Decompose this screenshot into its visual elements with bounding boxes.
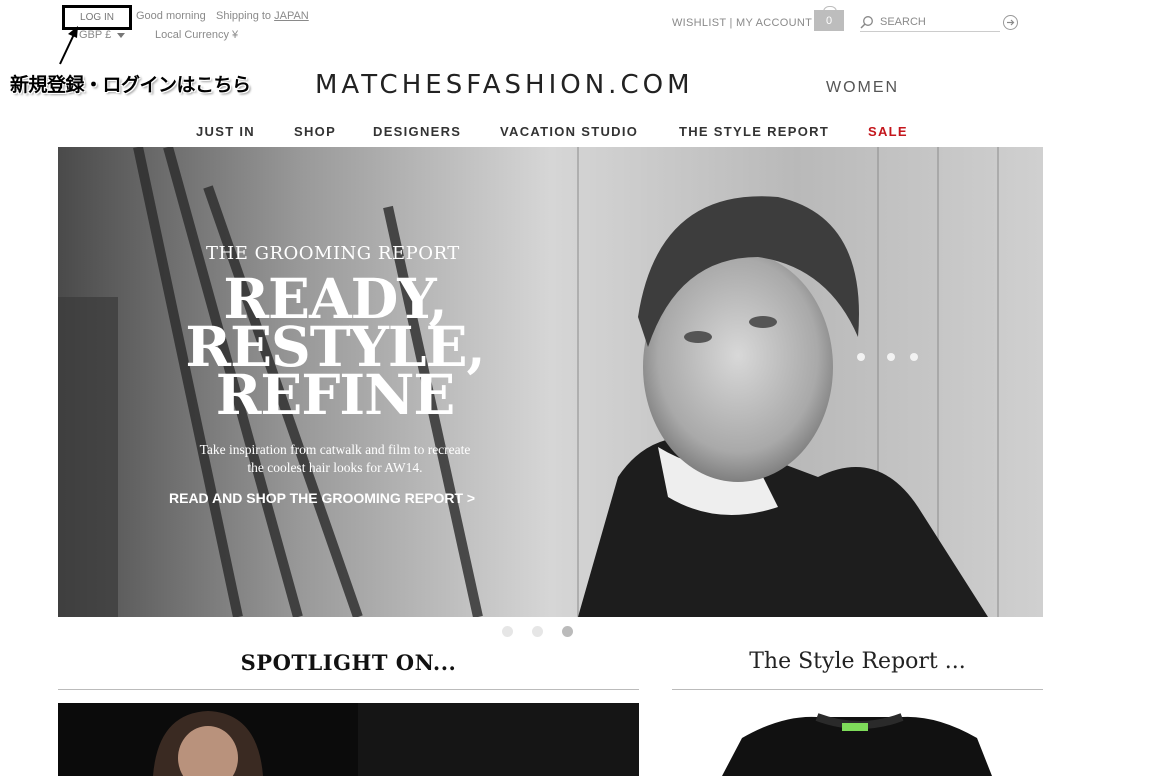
hero-headline: READY, RESTYLE, REFINE <box>170 271 500 427</box>
wishlist-link[interactable]: WISHLIST | <box>672 17 733 29</box>
style-report-photo <box>722 713 992 776</box>
currency-select[interactable]: GBP £ <box>79 29 126 41</box>
department-link-women[interactable]: WOMEN <box>826 79 899 97</box>
nav-item-shop[interactable]: SHOP <box>294 124 336 139</box>
arrow-right-icon <box>1007 19 1015 26</box>
divider <box>672 689 1043 690</box>
style-report-image[interactable] <box>672 703 1043 776</box>
carousel-dot-1[interactable] <box>502 626 513 637</box>
nav-item-sale[interactable]: SALE <box>868 124 908 139</box>
my-account-link[interactable]: MY ACCOUNT <box>736 17 812 29</box>
nav-item-designers[interactable]: DESIGNERS <box>373 124 461 139</box>
spotlight-title: SPOTLIGHT ON... <box>240 650 457 675</box>
hero-kicker: THE GROOMING REPORT <box>206 243 460 264</box>
nav-item-just-in[interactable]: JUST IN <box>196 124 255 139</box>
search-submit-button[interactable] <box>1003 15 1018 30</box>
currency-value: GBP £ <box>79 29 112 41</box>
shopping-bag-button[interactable]: 0 <box>814 10 844 31</box>
hero-cta-link[interactable]: READ AND SHOP THE GROOMING REPORT > <box>169 490 475 506</box>
hero-description-line-2: the coolest hair looks for AW14. <box>247 460 423 475</box>
nav-item-style-report[interactable]: THE STYLE REPORT <box>679 124 829 139</box>
nav-item-vacation-studio[interactable]: VACATION STUDIO <box>500 124 638 139</box>
hero-banner[interactable]: THE GROOMING REPORT READY, RESTYLE, REFI… <box>58 147 1043 617</box>
local-currency-text: Local Currency ¥ <box>155 29 239 41</box>
hero-description-line-1: Take inspiration from catwalk and film t… <box>199 442 471 457</box>
annotation-label: 新規登録・ログインはこちら <box>10 74 251 96</box>
greeting-text: Good morning <box>136 10 206 22</box>
chevron-down-icon <box>117 32 126 38</box>
search-icon <box>860 16 873 29</box>
carousel-dot-3[interactable] <box>562 626 573 637</box>
style-report-title[interactable]: The Style Report ... <box>672 649 1043 674</box>
carousel-dot-2[interactable] <box>532 626 543 637</box>
hero-headline-line-3: REFINE <box>215 362 456 427</box>
shipping-country-link[interactable]: JAPAN <box>274 10 309 22</box>
hero-description: Take inspiration from catwalk and film t… <box>170 441 500 477</box>
search-input[interactable] <box>880 14 998 30</box>
shipping-label: Shipping to <box>216 10 272 22</box>
divider <box>58 689 639 690</box>
spotlight-photo <box>58 703 639 776</box>
site-logo[interactable]: MATCHESFASHION.COM <box>315 70 694 100</box>
annotation-arrow-icon <box>59 26 78 65</box>
bag-count: 0 <box>825 15 833 27</box>
shipping-info: Shipping to JAPAN <box>216 10 309 22</box>
spotlight-image[interactable] <box>58 703 639 776</box>
